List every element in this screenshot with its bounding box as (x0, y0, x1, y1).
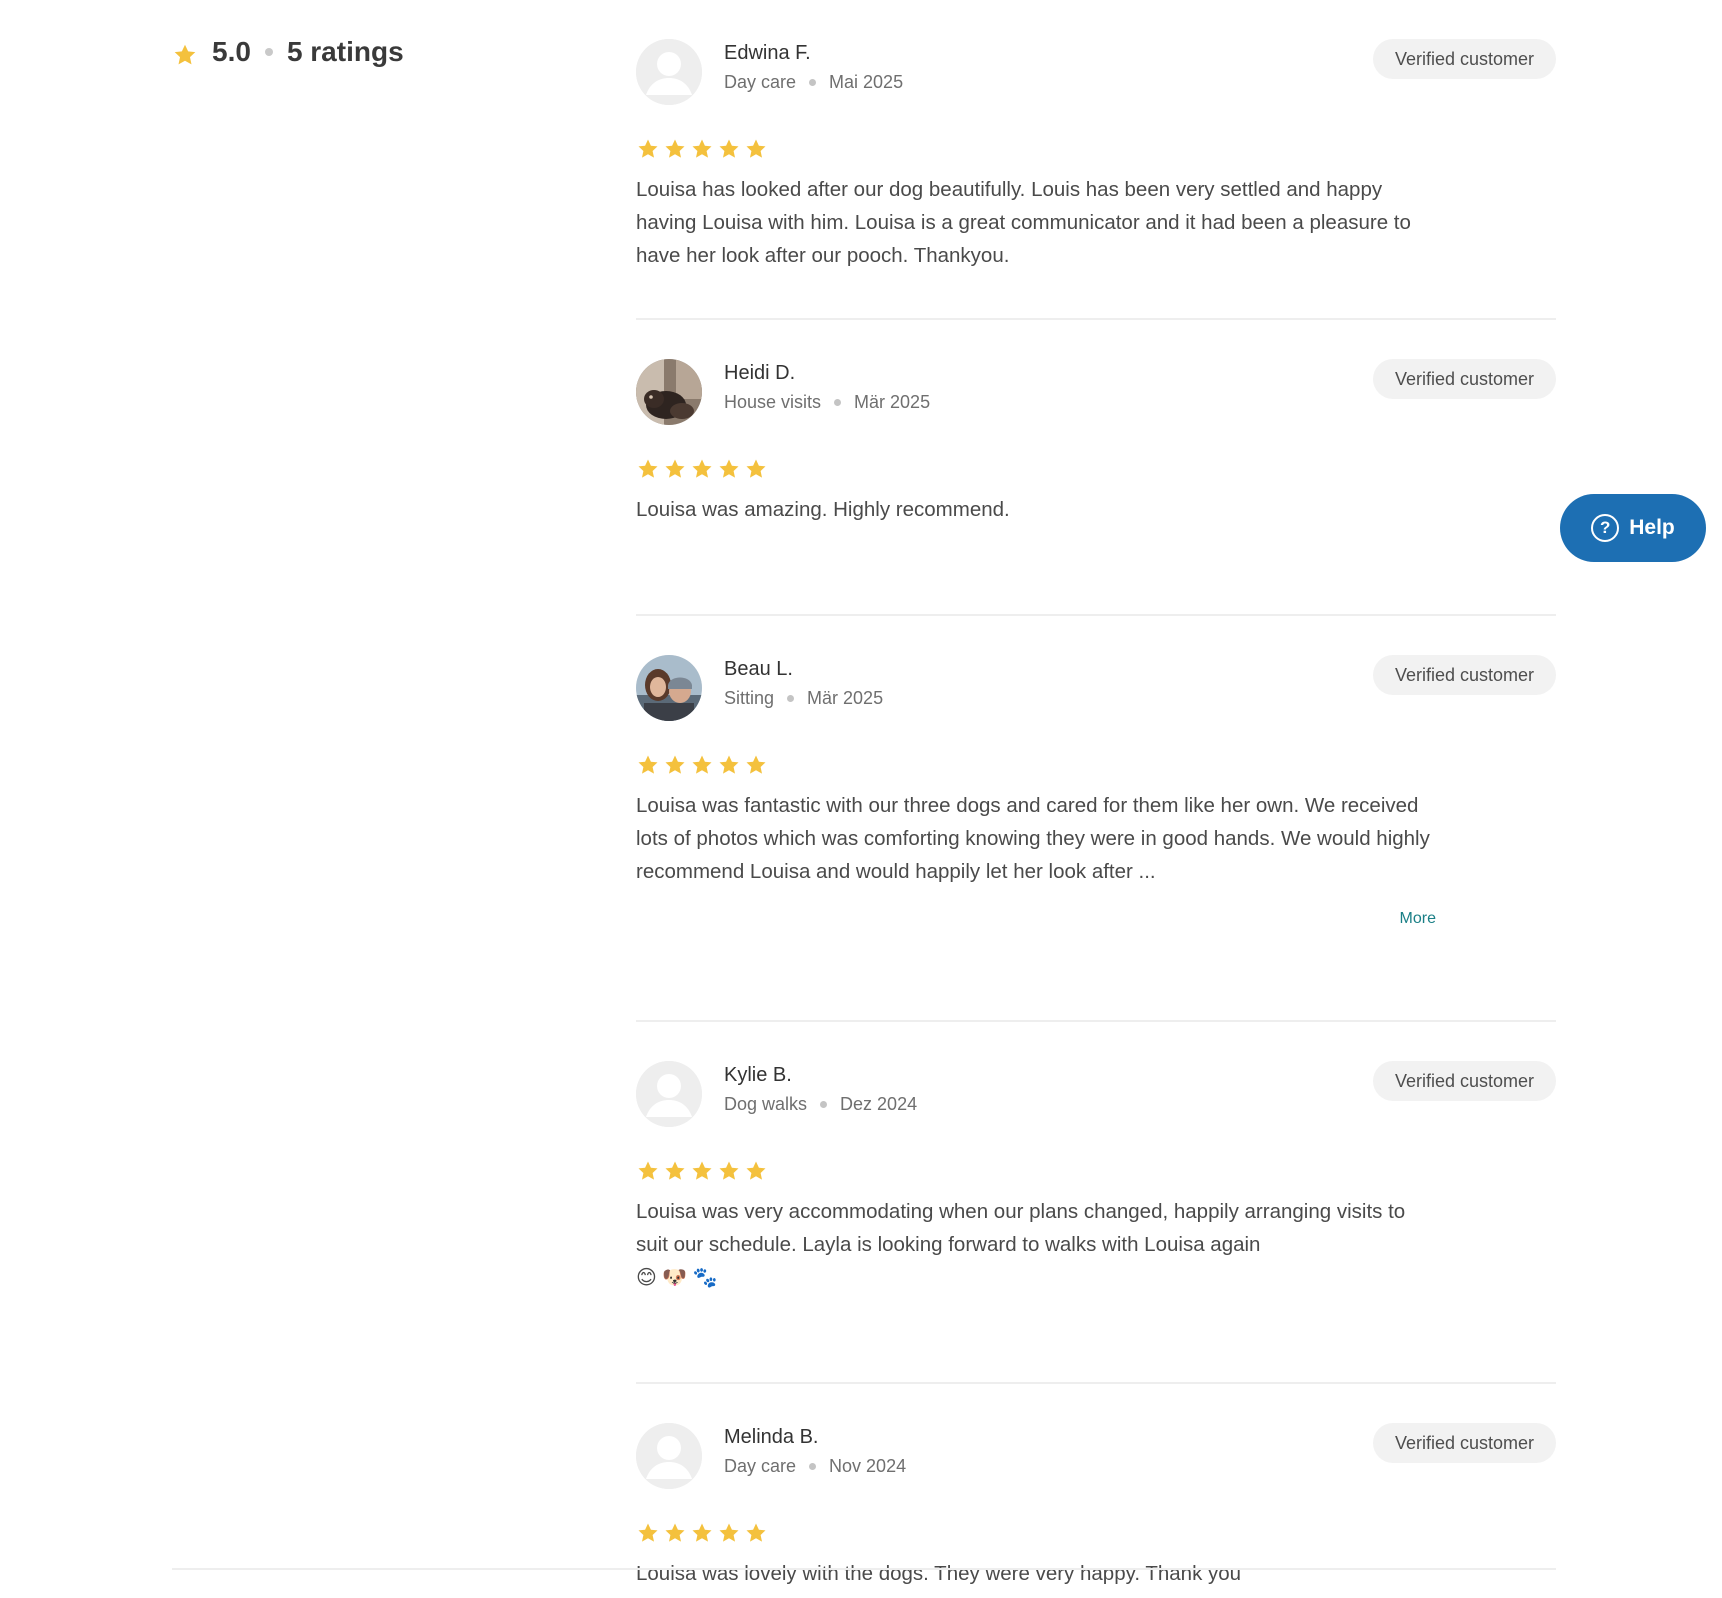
star-icon (665, 1161, 685, 1180)
star-icon (719, 1523, 739, 1542)
review-text: Louisa was amazing. Highly recommend. (636, 498, 1010, 521)
review-item: Edwina F. Day care Mai 2025 Verified cus… (636, 39, 1556, 320)
star-icon (665, 755, 685, 774)
review-date: Dez 2024 (840, 1094, 918, 1114)
star-icon (692, 755, 712, 774)
star-icon (746, 139, 766, 158)
reviews-page: 5.0 5 ratings Edwina F. Day care Mai 202… (0, 0, 1722, 1598)
separator-dot (834, 399, 842, 406)
review-date: Mai 2025 (829, 72, 904, 92)
star-icon (665, 139, 685, 158)
separator-dot (809, 79, 817, 86)
star-icon (719, 755, 739, 774)
review-date: Mär 2025 (854, 392, 931, 412)
star-rating (636, 457, 1556, 483)
photo-avatar-dog (636, 359, 702, 425)
star-icon (692, 459, 712, 478)
default-avatar-icon (636, 1061, 702, 1127)
service-type: Day care (724, 1456, 797, 1476)
more-link[interactable]: More (636, 910, 1436, 928)
question-circle-icon: ? (1591, 514, 1620, 542)
star-icon (746, 459, 766, 478)
service-type: Day care (724, 72, 797, 92)
review-text-body: Louisa was very accommodating when our p… (636, 1200, 1406, 1256)
star-icon (692, 1523, 712, 1542)
review-item: Melinda B. Day care Nov 2024 Verified cu… (636, 1423, 1556, 1598)
separator-dot (820, 1101, 828, 1108)
photo-avatar-people (636, 655, 702, 721)
star-icon (719, 459, 739, 478)
star-icon (638, 459, 658, 478)
review-text: Louisa was fantastic with our three dogs… (636, 794, 1430, 883)
default-avatar-icon (636, 39, 702, 105)
reviewer-name: Kylie B. (724, 1064, 792, 1086)
review-date: Mär 2025 (807, 688, 884, 708)
verified-badge: Verified customer (1372, 1061, 1556, 1101)
star-icon (692, 1161, 712, 1180)
rating-summary: 5.0 5 ratings (172, 36, 404, 68)
separator-dot (787, 695, 795, 702)
divider (172, 1568, 1556, 1570)
review-text: Louisa was lovely with the dogs. They we… (636, 1562, 1242, 1585)
verified-badge: Verified customer (1372, 1423, 1556, 1463)
ratings-count: 5 ratings (286, 36, 404, 67)
review-item: Heidi D. House visits Mär 2025 Verified … (636, 359, 1556, 616)
service-type: Dog walks (724, 1094, 808, 1114)
review-text: Louisa was very accommodating when our p… (636, 1195, 1436, 1295)
service-type: Sitting (724, 688, 775, 708)
review-text: Louisa has looked after our dog beautifu… (636, 178, 1411, 267)
emoji-row: 😊 🐶 🐾 (636, 1267, 718, 1289)
star-icon (746, 1523, 766, 1542)
star-rating (636, 137, 1556, 163)
reviewer-name: Melinda B. (724, 1426, 819, 1448)
star-icon (174, 44, 196, 65)
review-item: Beau L. Sitting Mär 2025 Verified custom… (636, 655, 1556, 1022)
service-type: House visits (724, 392, 822, 412)
star-rating (636, 753, 1556, 779)
star-icon (665, 1523, 685, 1542)
reviewer-name: Heidi D. (724, 362, 796, 384)
separator-dot (809, 1463, 817, 1470)
reviewer-name: Edwina F. (724, 42, 811, 64)
star-icon (746, 755, 766, 774)
reviews-list: Edwina F. Day care Mai 2025 Verified cus… (636, 39, 1556, 1598)
star-icon (719, 1161, 739, 1180)
default-avatar-icon (636, 1423, 702, 1489)
review-date: Nov 2024 (829, 1456, 907, 1476)
verified-badge: Verified customer (1372, 655, 1556, 695)
star-icon (719, 139, 739, 158)
review-item: Kylie B. Dog walks Dez 2024 Verified cus… (636, 1061, 1556, 1384)
separator-dot (264, 48, 273, 56)
verified-badge: Verified customer (1372, 359, 1556, 399)
verified-badge: Verified customer (1372, 39, 1556, 79)
reviewer-name: Beau L. (724, 658, 793, 680)
star-icon (638, 755, 658, 774)
star-icon (638, 1523, 658, 1542)
star-rating (636, 1521, 1556, 1547)
help-label: Help (1629, 516, 1675, 539)
star-icon (746, 1161, 766, 1180)
star-icon (638, 1161, 658, 1180)
help-button[interactable]: ? Help (1560, 494, 1706, 562)
star-icon (665, 459, 685, 478)
star-rating (636, 1159, 1556, 1185)
star-icon (692, 139, 712, 158)
star-icon (638, 139, 658, 158)
average-rating: 5.0 (212, 36, 251, 67)
